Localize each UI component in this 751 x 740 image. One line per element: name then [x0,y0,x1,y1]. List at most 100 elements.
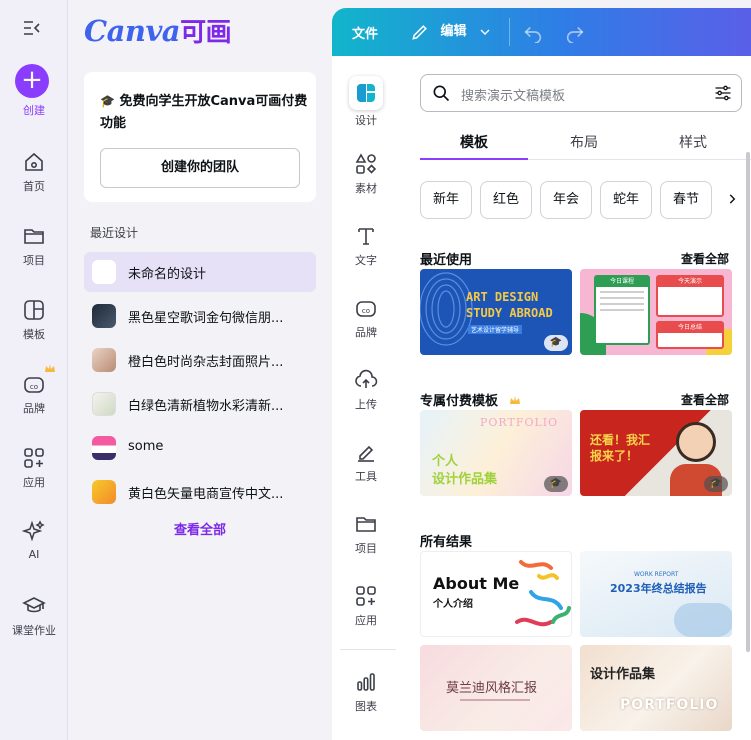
pencil-icon [412,25,427,40]
recent-item-name: 黑色星空歌词金句微信朋... [128,311,284,326]
schedule-box-left: 今日课程 [594,275,650,345]
see-all-premium-templates[interactable]: 查看全部 [681,391,729,408]
recent-item-name: 黄白色矢量电商宣传中文... [128,487,284,502]
tab-templates[interactable]: 模板 [460,132,488,152]
card-subtitle: 个人 [432,454,459,469]
recent-used-title: 最近使用 [420,253,473,268]
side-item-apps[interactable]: 应用 [332,584,400,628]
side-item-design[interactable]: 设计 [332,76,400,128]
recent-item-name: some [128,439,164,454]
see-all-recent-templates[interactable]: 查看全部 [681,250,729,267]
crown-icon [45,364,55,372]
recent-item[interactable]: 橙白色时尚杂志封面照片... [84,340,316,380]
rail-item-ai[interactable]: AI [0,520,68,561]
logo-text: Canva [84,14,181,48]
side-divider [340,649,396,650]
side-item-label: 素材 [355,182,377,195]
rail-item-classwork[interactable]: 课堂作业 [0,594,68,638]
chip-annual-party[interactable]: 年会 [540,181,592,219]
tab-styles[interactable]: 样式 [679,132,707,152]
side-item-elements[interactable]: 素材 [332,152,400,196]
chip-red[interactable]: 红色 [480,181,532,219]
presentation-badge: 🎓 [544,335,568,351]
chip-scroll-right[interactable] [720,181,744,219]
home-icon [25,152,43,171]
template-card-year-report[interactable]: WORK REPORT 2023年终总结报告 [580,551,732,637]
rail-item-apps[interactable]: 应用 [0,446,68,490]
template-card-schedule[interactable]: 今日课程 今天演示 今日总结 [580,269,732,355]
logo-cn-text: 可画 [180,18,232,48]
file-menu[interactable]: 文件 [352,23,378,42]
template-tabs: 模板 布局 样式 [420,126,751,160]
object-panel: 设计 素材 文字 co 品牌 上传 工具 项目 应用 图表 [332,56,400,740]
undo-icon[interactable] [522,21,544,43]
elements-icon [355,153,377,174]
premium-title: 专属付费模板 [420,390,521,409]
recent-item[interactable]: 黑色星空歌词金句微信朋... [84,296,316,336]
chip-new-year[interactable]: 新年 [420,181,472,219]
rail-item-brand[interactable]: co 品牌 [0,364,68,416]
promo-text: 🎓 免费向学生开放Canva可画付费功能 [100,90,310,135]
template-icon [24,300,44,320]
presentation-badge: 🎓 [704,476,728,492]
card-subtitle: 个人介绍 [433,599,473,610]
side-item-label: 设计 [355,114,377,127]
template-card-about-me[interactable]: About Me 个人介绍 [420,551,572,637]
recent-item[interactable]: 未命名的设计 [84,252,316,292]
canva-logo[interactable]: Canva可画 [84,12,232,49]
side-item-brand[interactable]: co 品牌 [332,296,400,340]
apps-icon [24,448,44,468]
template-card-morandi[interactable]: 莫兰迪风格汇报 [420,645,572,731]
side-item-charts[interactable]: 图表 [332,670,400,714]
template-card-portfolio[interactable]: PORTFOLIO 个人 设计作品集 🎓 [420,410,572,496]
schedule-box-bottom: 今日总结 [656,321,724,349]
recent-item-name: 橙白色时尚杂志封面照片... [128,355,284,370]
recent-item[interactable]: some [84,428,316,468]
recent-item-name: 未命名的设计 [128,267,207,282]
recent-item[interactable]: 白绿色清新植物水彩清新... [84,384,316,424]
recent-item[interactable]: 黄白色矢量电商宣传中文... [84,472,316,512]
redo-icon[interactable] [564,21,586,43]
side-item-projects[interactable]: 项目 [332,512,400,556]
side-item-tools[interactable]: 工具 [332,440,400,484]
design-thumbnail [92,480,116,504]
active-indicator [349,76,383,110]
scrollbar[interactable] [746,152,750,652]
create-button[interactable]: + [15,64,49,98]
side-item-text[interactable]: 文字 [332,224,400,268]
create-team-button[interactable]: 创建你的团队 [100,148,300,188]
editor-topbar: 文件 编辑 [332,8,751,56]
rail-item-templates[interactable]: 模板 [0,298,68,342]
card-title: About Me [433,574,520,593]
rail-item-label: 模板 [23,328,45,341]
sparkle-icon [22,520,45,542]
chart-icon [357,673,375,691]
graduation-cap-icon: 🎓 [100,94,115,108]
search-input[interactable]: 搜索演示文稿模板 [420,74,742,112]
chip-spring-festival[interactable]: 春节 [660,181,712,219]
collapse-sidebar-icon[interactable] [20,16,44,40]
template-card-art-design[interactable]: ART DESIGN STUDY ABROAD 艺术设计留学辅导 🎓 [420,269,572,355]
side-item-label: 文字 [355,254,377,267]
card-title: 还看！我汇报来了！ [590,433,651,463]
side-item-upload[interactable]: 上传 [332,368,400,412]
chip-snake-year[interactable]: 蛇年 [600,181,652,219]
brand-icon: co [24,377,44,393]
rail-item-projects[interactable]: 项目 [0,224,68,268]
edit-menu[interactable]: 编辑 [410,20,493,44]
promo-label: 免费向学生开放Canva可画付费功能 [100,94,308,131]
schedule-right-label: 今天演示 [658,277,722,287]
filter-icon[interactable] [713,83,733,103]
rail-item-label: 应用 [23,476,45,489]
card-title: 2023年终总结报告 [610,582,707,595]
template-card-works[interactable]: 设计作品集 PORTFOLIO [580,645,732,731]
template-card-report[interactable]: 还看！我汇报来了！ 🎓 [580,410,732,496]
chevron-down-icon [480,29,490,35]
see-all-recent-link[interactable]: 查看全部 [84,519,316,538]
card-title: 设计作品集 [590,667,656,682]
rail-item-label: AI [28,548,40,561]
tab-layouts[interactable]: 布局 [570,132,598,152]
rail-item-home[interactable]: 首页 [0,150,68,194]
design-thumbnail [92,260,116,284]
side-item-label: 项目 [355,542,377,555]
